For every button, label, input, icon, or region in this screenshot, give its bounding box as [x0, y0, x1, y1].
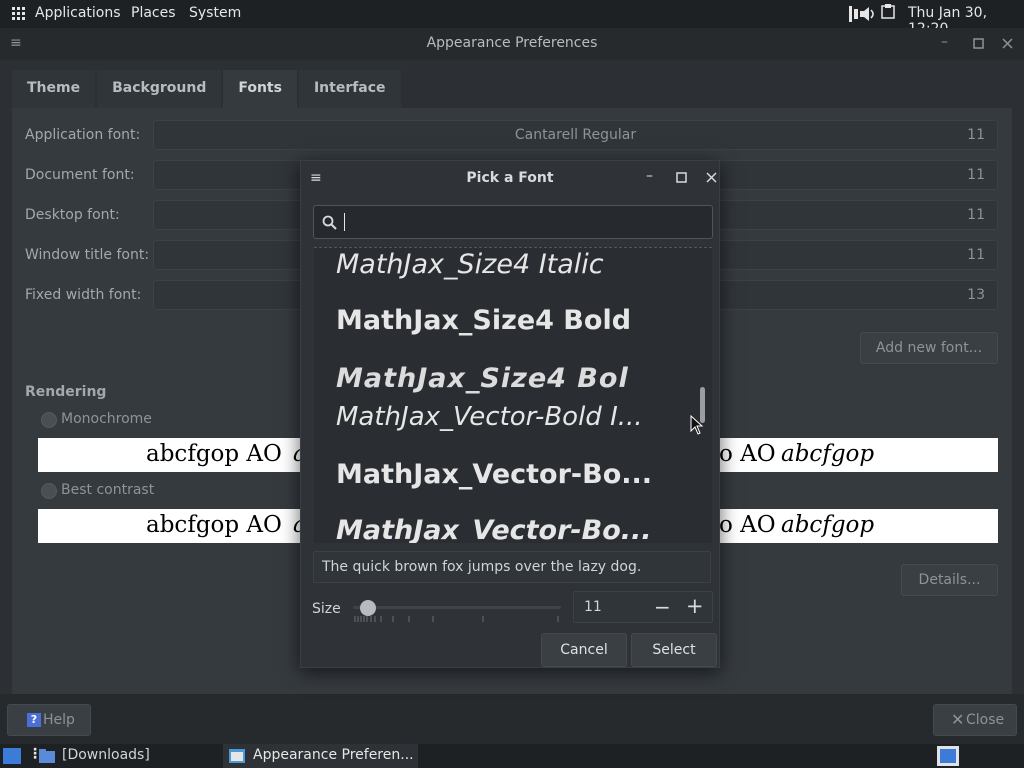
application-font-size: 11 [967, 127, 985, 143]
volume-icon[interactable] [859, 5, 877, 23]
font-item[interactable]: MathJax_Vector-Bold I... [336, 402, 643, 432]
monochrome-radio[interactable] [41, 412, 57, 428]
rendering-heading: Rendering [25, 384, 107, 400]
taskbar-item-downloads[interactable]: [Downloads] [62, 747, 150, 763]
window-title-font-size: 11 [967, 247, 985, 263]
help-icon: ? [27, 713, 41, 727]
main-window-titlebar: ≡ Appearance Preferences – [0, 28, 1024, 60]
font-item[interactable]: MathJax_Size4 Italic [336, 249, 604, 280]
clipboard-icon[interactable] [880, 4, 896, 20]
tab-bar: Theme Background Fonts Interface [12, 70, 403, 108]
taskbar: ⋮ [Downloads] Appearance Preferen... [0, 744, 1024, 768]
tab-interface[interactable]: Interface [298, 70, 401, 108]
top-panel: Applications Places System Thu Jan 30, 1… [0, 0, 1024, 37]
cancel-button[interactable]: Cancel [541, 633, 627, 667]
folder-icon [39, 749, 55, 763]
help-label: Help [43, 712, 75, 728]
list-top-edge [314, 247, 712, 248]
size-slider-ticks [354, 616, 559, 622]
places-menu[interactable]: Places [131, 5, 176, 21]
document-font-label: Document font: [25, 167, 135, 183]
dialog-close-icon[interactable] [706, 172, 717, 183]
plus-icon[interactable]: + [686, 594, 704, 618]
desktop-font-label: Desktop font: [25, 207, 120, 223]
system-menu[interactable]: System [189, 5, 241, 21]
tab-fonts[interactable]: Fonts [223, 70, 297, 108]
sample-text-left: abcfgop AO [146, 441, 282, 467]
dialog-minimize-icon[interactable]: – [646, 168, 653, 184]
applications-menu[interactable]: Applications [35, 5, 121, 21]
taskbar-item-appearance-label: Appearance Preferen... [253, 747, 414, 763]
show-desktop-icon[interactable] [3, 748, 21, 764]
details-button[interactable]: Details... [901, 564, 998, 596]
font-preview-entry[interactable]: The quick brown fox jumps over the lazy … [313, 551, 711, 583]
size-value: 11 [584, 599, 602, 615]
apps-grid-icon[interactable] [12, 7, 25, 20]
close-x-icon: ✕ [951, 710, 965, 729]
sample-text-right-italic: abcfgop [781, 512, 875, 538]
monochrome-label[interactable]: Monochrome [61, 411, 152, 427]
best-contrast-label[interactable]: Best contrast [61, 482, 154, 498]
document-font-size: 11 [967, 167, 985, 183]
pick-font-dialog: ≡ Pick a Font – MathJax_Size4 Italic Mat… [300, 160, 720, 668]
main-window-title: Appearance Preferences [426, 35, 598, 51]
select-button[interactable]: Select [631, 633, 717, 667]
sample-text-left: abcfgop AO [146, 512, 282, 538]
add-new-font-button[interactable]: Add new font... [860, 332, 998, 364]
dialog-maximize-icon[interactable] [676, 172, 687, 183]
size-spinbutton[interactable]: 11 − + [573, 591, 713, 623]
best-contrast-radio[interactable] [41, 483, 57, 499]
fixed-width-font-size: 13 [967, 287, 985, 303]
taskbar-item-appearance[interactable]: Appearance Preferen... [223, 744, 418, 768]
desktop-font-size: 11 [967, 207, 985, 223]
sample-text-right-italic: abcfgop [781, 441, 875, 467]
close-icon[interactable] [1002, 38, 1013, 49]
help-button[interactable]: ? Help [7, 704, 91, 736]
size-label: Size [312, 601, 341, 617]
application-font-button[interactable]: Cantarell Regular 11 [153, 120, 998, 150]
network-icon[interactable] [849, 6, 859, 22]
mouse-pointer-icon [690, 415, 704, 435]
appearance-app-icon [229, 749, 245, 763]
tab-theme[interactable]: Theme [12, 70, 96, 108]
sample-text-right: o AO [719, 441, 776, 467]
window-title-font-label: Window title font: [25, 247, 150, 263]
fixed-width-font-label: Fixed width font: [25, 287, 142, 303]
minimize-icon[interactable]: – [941, 34, 948, 50]
dialog-title: Pick a Font [466, 170, 554, 186]
font-item[interactable]: MathJax_Size4 Bol [336, 363, 629, 394]
minus-icon[interactable]: − [654, 595, 671, 619]
maximize-icon[interactable] [973, 38, 984, 49]
font-item[interactable]: MathJax_Size4 Bold [336, 305, 631, 336]
application-font-label: Application font: [25, 127, 141, 143]
font-list[interactable]: MathJax_Size4 Italic MathJax_Size4 Bold … [314, 247, 712, 543]
close-label: Close [966, 712, 1005, 728]
size-slider-handle[interactable] [360, 600, 376, 616]
font-item[interactable]: MathJax_Vector-Bo... [336, 515, 652, 543]
tab-background[interactable]: Background [97, 70, 222, 108]
search-icon [322, 215, 337, 230]
size-slider-track[interactable] [353, 606, 561, 609]
font-item[interactable]: MathJax_Vector-Bo... [336, 459, 652, 490]
workspace-switcher-icon[interactable] [937, 746, 959, 766]
preview-text: The quick brown fox jumps over the lazy … [322, 559, 642, 575]
text-cursor [344, 213, 345, 231]
main-window-footer: ? Help ✕ Close [0, 694, 1024, 744]
application-font-name: Cantarell Regular [514, 127, 637, 143]
sample-text-right: o AO [719, 512, 776, 538]
font-search-input[interactable] [313, 205, 713, 239]
dialog-titlebar: ≡ Pick a Font – [301, 161, 719, 195]
close-button[interactable]: ✕ Close [933, 704, 1017, 736]
